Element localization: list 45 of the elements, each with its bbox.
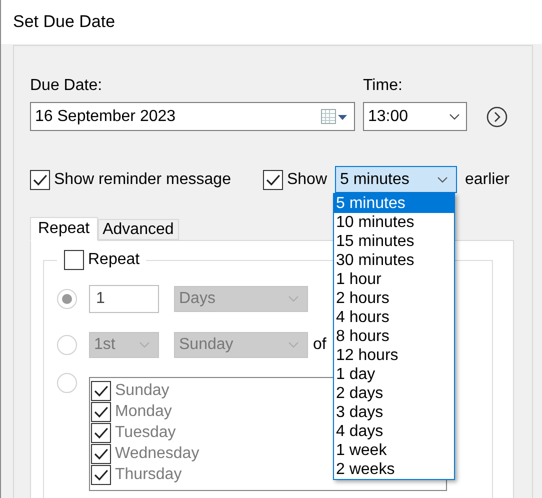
day-label: Monday	[115, 402, 172, 420]
day-checkbox[interactable]	[91, 402, 111, 422]
dropdown-option[interactable]: 2 hours	[334, 289, 454, 308]
checkbox-label: Show reminder message	[54, 170, 231, 188]
dropdown-option[interactable]: 10 minutes	[334, 213, 454, 232]
chevron-icon	[288, 341, 299, 349]
dropdown-option[interactable]: 12 hours	[334, 346, 454, 365]
checkbox-label: Show	[286, 170, 327, 188]
day-label: Tuesday	[115, 424, 176, 442]
radio-button[interactable]	[57, 289, 77, 309]
day-label: Thursday	[115, 466, 182, 484]
dropdown-option[interactable]: 1 hour	[334, 270, 454, 289]
chevron-icon	[139, 341, 150, 349]
chevron-icon	[288, 295, 299, 303]
day-label: Wednesday	[115, 444, 200, 462]
day-checkbox[interactable]	[91, 380, 111, 400]
dropdown-option[interactable]: 8 hours	[334, 327, 454, 346]
radio-button[interactable]	[57, 335, 77, 355]
day-checkbox[interactable]	[91, 444, 111, 464]
dropdown-option[interactable]: 4 hours	[334, 308, 454, 327]
checkbox-label: Repeat	[88, 251, 140, 269]
reminder-checkbox[interactable]	[30, 170, 50, 190]
show-checkbox[interactable]	[262, 170, 283, 190]
field-label: Due Date:	[30, 76, 104, 96]
day-checkbox[interactable]	[91, 464, 111, 484]
dropdown-option[interactable]: 30 minutes	[334, 251, 454, 270]
date-field[interactable]: 16 September 2023	[30, 102, 355, 131]
field-label: Time:	[363, 76, 404, 96]
chevron-icon	[449, 112, 460, 120]
interval-field[interactable]: 1	[89, 285, 159, 313]
repeat-checkbox[interactable]	[64, 250, 84, 270]
calendar-dropdown-icon[interactable]	[320, 108, 348, 125]
day-checkbox[interactable]	[91, 422, 111, 442]
window-title: Set Due Date	[1, 0, 542, 44]
dropdown-option[interactable]: 15 minutes	[334, 232, 454, 251]
time-dropdown[interactable]: 13:00	[363, 102, 467, 131]
tab[interactable]: Advanced	[98, 219, 179, 240]
chevron-icon	[437, 176, 448, 184]
radio-button[interactable]	[57, 373, 77, 393]
suffix-label: of	[313, 336, 326, 354]
tab[interactable]: Repeat	[30, 217, 98, 241]
day-label: Sunday	[115, 382, 170, 400]
reminder-time-dropdown[interactable]: 5 minutes	[335, 166, 457, 193]
dropdown-option[interactable]: 5 minutes	[334, 194, 454, 213]
suffix-label: earlier	[465, 170, 510, 188]
